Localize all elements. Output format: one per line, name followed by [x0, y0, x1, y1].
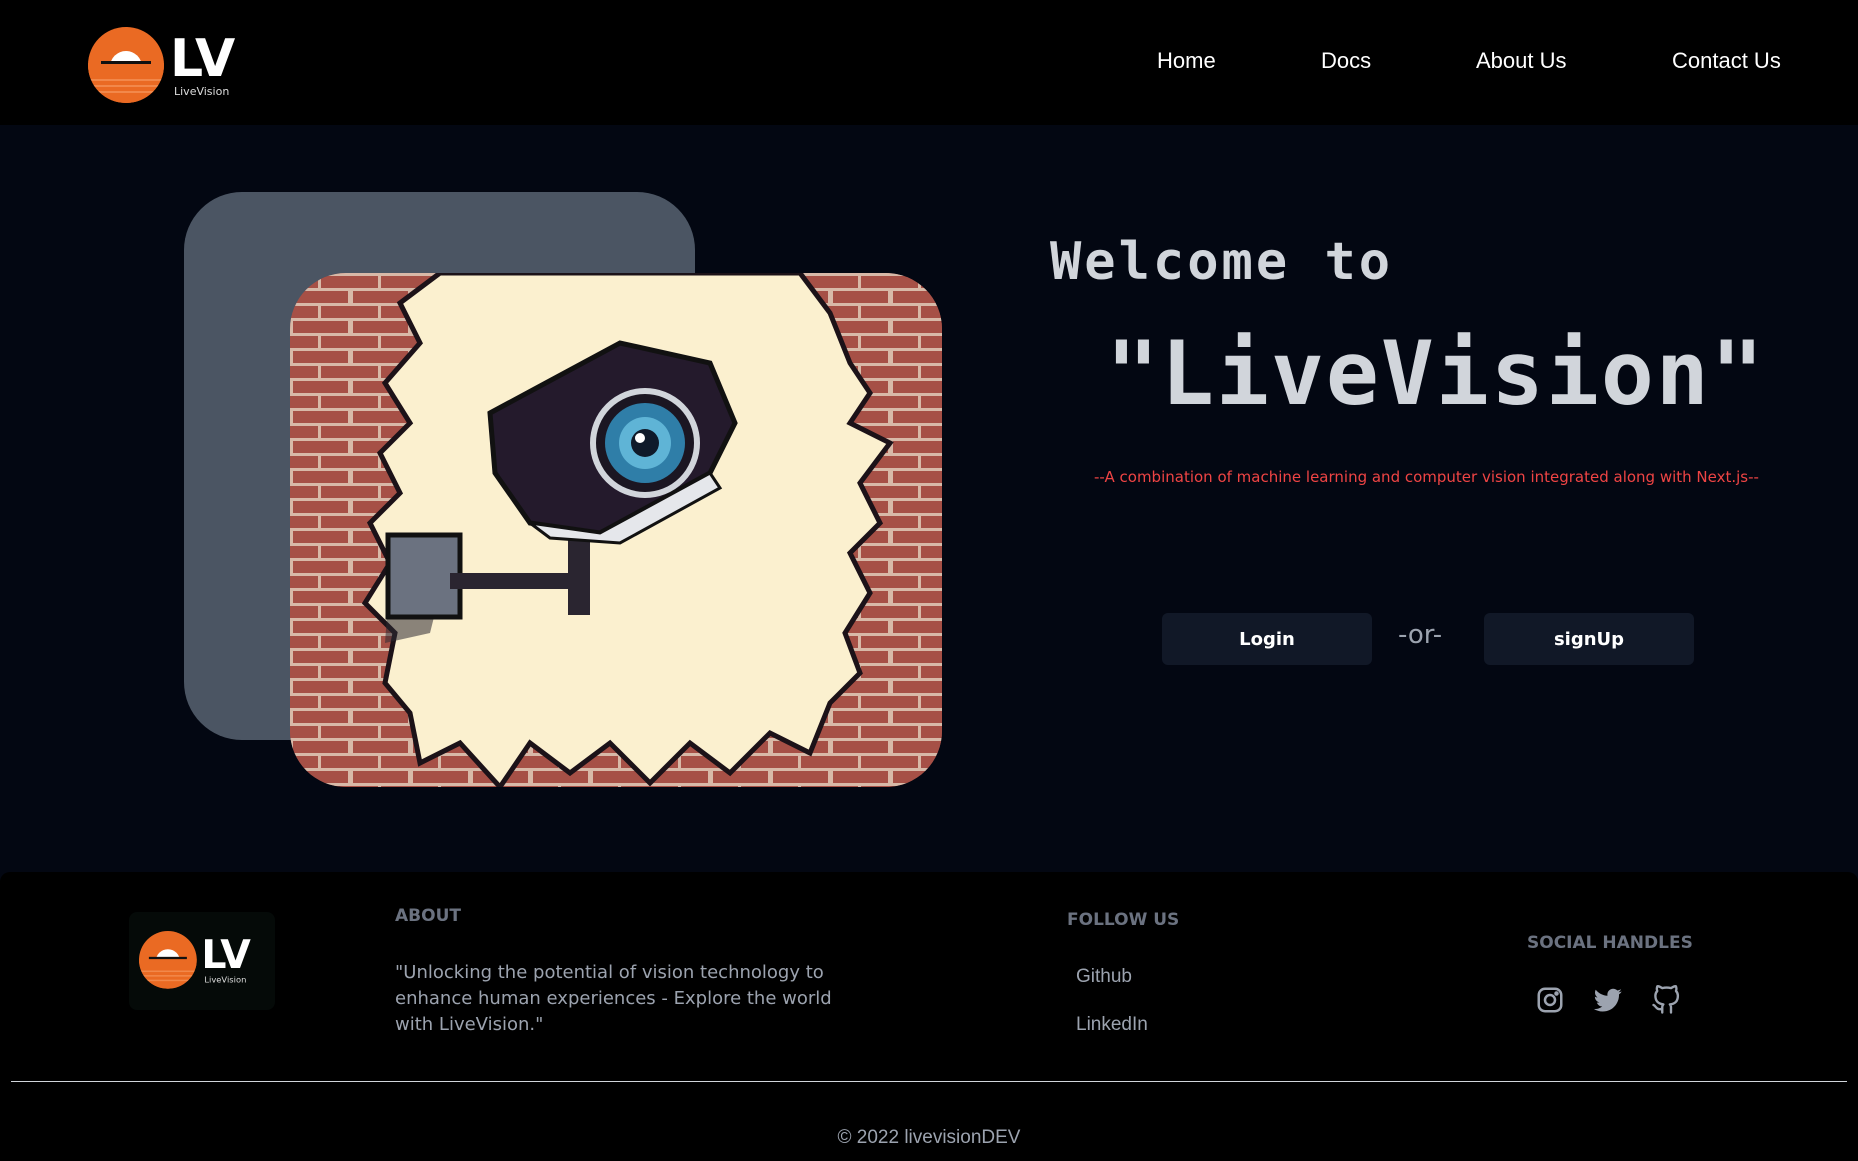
- signup-button[interactable]: signUp: [1484, 613, 1694, 665]
- navbar: LV LiveVision Home Docs About Us Contact…: [0, 0, 1858, 125]
- copyright: © 2022 livevisionDEV: [837, 1127, 1021, 1148]
- nav-links: Home Docs About Us Contact Us: [0, 48, 1858, 78]
- footer-logo-subtext: LiveVision: [204, 975, 247, 985]
- footer-about-text: "Unlocking the potential of vision techn…: [395, 962, 832, 1035]
- footer-link-github[interactable]: Github: [1076, 966, 1132, 988]
- github-icon[interactable]: [1651, 985, 1681, 1015]
- twitter-icon[interactable]: [1593, 985, 1623, 1015]
- footer-logo[interactable]: LV LiveVision: [139, 931, 251, 989]
- instagram-icon[interactable]: [1535, 985, 1565, 1015]
- footer-follow-heading: FOLLOW US: [1067, 910, 1180, 930]
- nav-link-home[interactable]: Home: [1157, 48, 1216, 74]
- footer-social-heading: SOCIAL HANDLES: [1527, 933, 1693, 953]
- login-button[interactable]: Login: [1162, 613, 1372, 665]
- or-separator: -or-: [1398, 620, 1443, 650]
- footer-about-heading: ABOUT: [395, 906, 461, 926]
- hero-security-camera-image: [290, 273, 942, 787]
- footer-link-linkedin[interactable]: LinkedIn: [1076, 1014, 1148, 1036]
- footer: [0, 872, 1858, 1161]
- footer-divider: [11, 1081, 1847, 1082]
- welcome-heading: Welcome to: [1050, 232, 1394, 292]
- footer-logo-text: LV: [201, 932, 251, 979]
- nav-link-contact-us[interactable]: Contact Us: [1672, 48, 1781, 74]
- nav-link-docs[interactable]: Docs: [1321, 48, 1371, 74]
- brand-title: "LiveVision": [1106, 322, 1766, 425]
- logo-subtext: LiveVision: [174, 85, 230, 98]
- nav-link-about-us[interactable]: About Us: [1476, 48, 1567, 74]
- tagline: --A combination of machine learning and …: [1094, 468, 1759, 486]
- footer-logo-mark-icon: [139, 931, 197, 989]
